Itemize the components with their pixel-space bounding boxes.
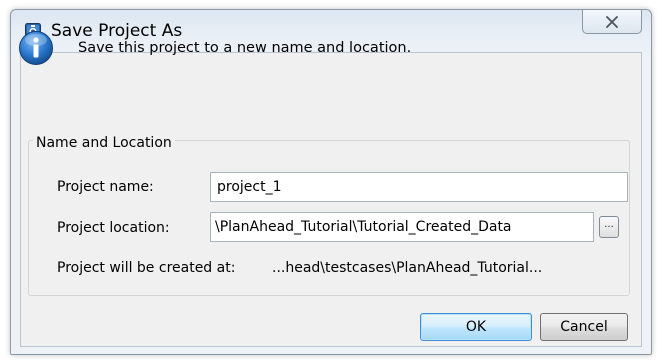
screen: Save Project As Save this project to a n… [0,0,663,362]
cancel-button[interactable]: Cancel [540,313,628,341]
dialog-message: Save this project to a new name and loca… [78,40,412,56]
info-icon [19,31,53,65]
browse-button[interactable]: ... [599,216,619,238]
ok-button[interactable]: OK [420,313,532,341]
project-name-label: Project name: [57,179,154,195]
created-at-path: ...head\testcases\PlanAhead_Tutorial... [272,260,543,276]
project-location-input[interactable]: \PlanAhead_Tutorial\Tutorial_Created_Dat… [210,212,594,242]
created-at-label: Project will be created at: [57,260,236,276]
group-title: Name and Location [33,134,175,152]
project-location-label: Project location: [57,220,170,236]
project-name-input[interactable]: project_1 [210,172,628,202]
close-button[interactable] [582,10,642,34]
close-icon [606,15,618,28]
